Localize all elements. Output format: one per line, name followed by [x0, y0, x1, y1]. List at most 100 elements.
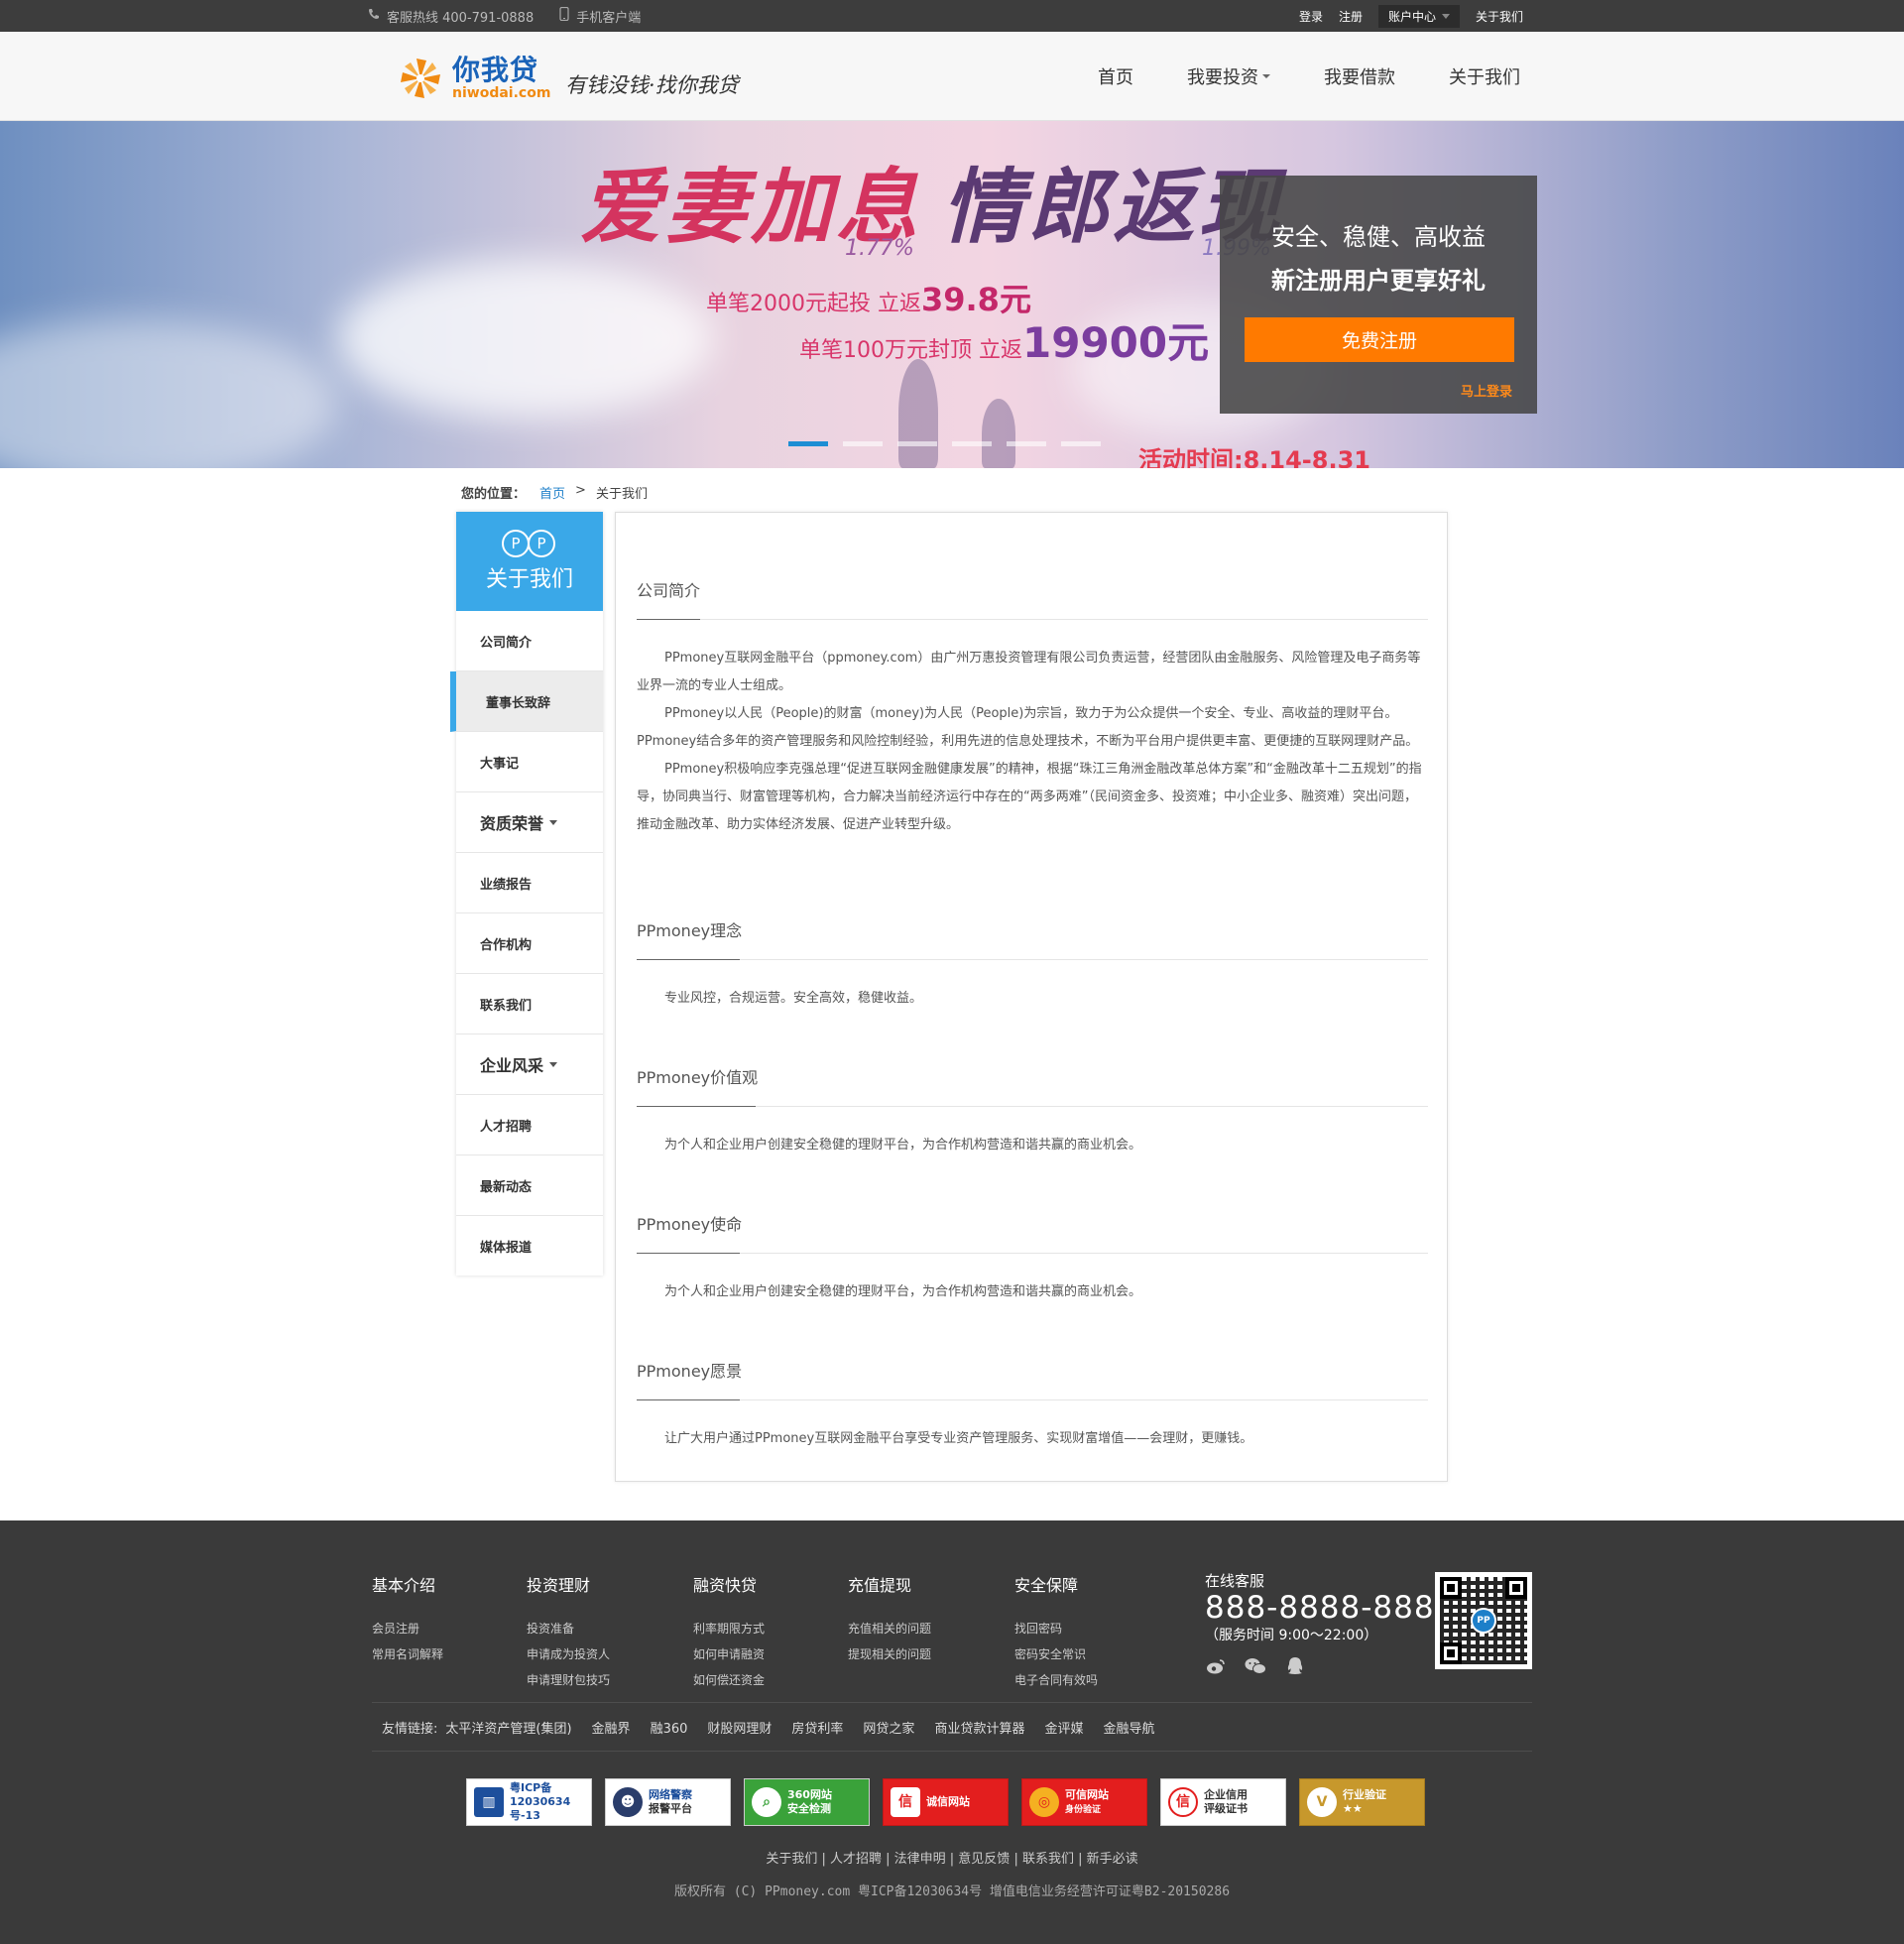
- chevron-down-icon: [549, 819, 558, 825]
- carousel-dot[interactable]: [897, 441, 937, 446]
- login-link[interactable]: 登录: [1299, 8, 1323, 25]
- phone-icon: [368, 8, 380, 24]
- verified-site-badge[interactable]: ◎ 可信网站 身份验证: [1021, 1778, 1147, 1826]
- nav-home[interactable]: 首页: [1071, 63, 1160, 89]
- trusted-site-badge[interactable]: 信 诚信网站: [883, 1778, 1009, 1826]
- sidebar-item-chairman-speech[interactable]: 董事长致辞: [450, 671, 603, 732]
- footer-link[interactable]: 常用名词解释: [372, 1641, 443, 1667]
- chevron-down-icon: [1442, 13, 1451, 19]
- service-phone: 888-8888-888: [1205, 1590, 1435, 1626]
- footer-link[interactable]: 提现相关的问题: [848, 1641, 931, 1667]
- trust-badges: ▥ 粤ICP备 12030634号-13 ☻ 网络警察 报警平台 ⌕ 360网站 安全…: [466, 1778, 1425, 1826]
- qr-code: PP: [1435, 1572, 1532, 1669]
- v-check-icon: V: [1307, 1787, 1337, 1817]
- site-footer: 基本介绍 会员注册 常用名词解释 投资理财 投资准备 申请成为投资人 申请理财包…: [0, 1520, 1904, 1944]
- friend-link[interactable]: 融360: [651, 1718, 688, 1737]
- footer-link[interactable]: 申请成为投资人: [527, 1641, 610, 1667]
- promo-banner[interactable]: 爱妻加息 情郎返现 1.77% 1.99% 单笔2000元起投 立返39.8元 …: [0, 121, 1904, 468]
- footer-link[interactable]: 充值相关的问题: [848, 1616, 931, 1641]
- friend-link[interactable]: 商业贷款计算器: [934, 1718, 1024, 1737]
- slogan: 有钱没钱·找你我贷: [565, 73, 739, 97]
- chevron-down-icon: [549, 1061, 558, 1067]
- carousel-dot[interactable]: [1061, 441, 1101, 446]
- sidebar-item-corporate-style[interactable]: 企业风采: [456, 1034, 603, 1095]
- sidebar-item-company-intro[interactable]: 公司简介: [456, 611, 603, 671]
- credit-seal-icon: 信: [891, 1787, 920, 1817]
- sidebar: PP 关于我们 公司简介 董事长致辞 大事记 资质荣誉 业绩报告 合作机构 联系…: [450, 512, 603, 1276]
- breadcrumb-current: 关于我们: [595, 487, 648, 502]
- industry-verified-badge[interactable]: V 行业验证 ★★: [1299, 1778, 1425, 1826]
- nav-borrow[interactable]: 我要借款: [1297, 63, 1422, 89]
- intro-paragraph: PPmoney积极响应李克强总理“促进互联网金融健康发展”的精神，根据“珠江三角…: [637, 762, 1422, 832]
- building-icon: ▥: [474, 1787, 504, 1817]
- register-link[interactable]: 注册: [1339, 8, 1363, 25]
- mobile-client-link[interactable]: 手机客户端: [559, 6, 641, 26]
- sidebar-item-careers[interactable]: 人才招聘: [456, 1095, 603, 1155]
- login-now-link[interactable]: 马上登录: [1461, 381, 1512, 400]
- footer-bottom-links[interactable]: 关于我们 | 人才招聘 | 法律申明 | 意见反馈 | 联系我们 | 新手必读: [0, 1848, 1904, 1867]
- sidebar-item-news[interactable]: 最新动态: [456, 1155, 603, 1216]
- friend-link[interactable]: 金融界: [592, 1718, 631, 1737]
- nav-about[interactable]: 关于我们: [1422, 63, 1547, 89]
- register-tagline: 安全、稳健、高收益: [1271, 223, 1486, 251]
- weibo-icon[interactable]: [1205, 1656, 1227, 1676]
- free-register-button[interactable]: 免费注册: [1245, 317, 1514, 362]
- footer-column: 基本介绍 会员注册 常用名词解释: [372, 1572, 443, 1667]
- friend-link[interactable]: 财股网理财: [707, 1718, 772, 1737]
- account-center-dropdown[interactable]: 账户中心: [1378, 4, 1461, 28]
- icp-badge[interactable]: ▥ 粤ICP备 12030634号-13: [466, 1778, 592, 1826]
- carousel-dots: [788, 441, 1101, 446]
- sidebar-item-milestones[interactable]: 大事记: [456, 732, 603, 792]
- chevron-down-icon: [1262, 74, 1270, 78]
- magnifier-shield-icon: ⌕: [752, 1787, 781, 1817]
- footer-link[interactable]: 如何偿还资金: [693, 1667, 765, 1693]
- about-us-link[interactable]: 关于我们: [1476, 8, 1523, 25]
- pp-logo-icon: PP: [500, 530, 559, 557]
- sidebar-item-partners[interactable]: 合作机构: [456, 913, 603, 974]
- friend-link[interactable]: 网贷之家: [863, 1718, 914, 1737]
- footer-link[interactable]: 会员注册: [372, 1616, 443, 1641]
- footer-link[interactable]: 投资准备: [527, 1616, 610, 1641]
- footer-link[interactable]: 电子合同有效吗: [1014, 1667, 1098, 1693]
- carousel-dot[interactable]: [952, 441, 992, 446]
- cloud-decoration: [337, 260, 714, 419]
- footer-link[interactable]: 如何申请融资: [693, 1641, 765, 1667]
- sidebar-item-contact[interactable]: 联系我们: [456, 974, 603, 1034]
- cyber-police-badge[interactable]: ☻ 网络警察 报警平台: [605, 1778, 731, 1826]
- customer-service: 在线客服 888-8888-888 （服务时间 9:00～22:00）: [1205, 1570, 1435, 1676]
- footer-link[interactable]: 申请理财包技巧: [527, 1667, 610, 1693]
- site-header: 你我贷 niwodai.com 有钱没钱·找你我贷 首页 我要投资 我要借款 关…: [0, 32, 1904, 121]
- security-360-badge[interactable]: ⌕ 360网站 安全检测: [744, 1778, 870, 1826]
- couple-silhouette: [982, 399, 1015, 468]
- friend-link[interactable]: 太平洋资产管理(集团): [445, 1718, 571, 1737]
- section-text: 让广大用户通过PPmoney互联网金融平台享受专业资产管理服务、实现财富增值——…: [664, 1431, 1253, 1446]
- footer-link[interactable]: 利率期限方式: [693, 1616, 765, 1641]
- banner-rate-1: 1.77%: [845, 236, 914, 261]
- footer-link[interactable]: 找回密码: [1014, 1616, 1098, 1641]
- section-title: PPmoney愿景: [637, 1357, 1428, 1400]
- cloud-decoration: [0, 319, 337, 468]
- site-logo[interactable]: 你我贷 niwodai.com: [397, 55, 550, 102]
- friend-link[interactable]: 金评媒: [1044, 1718, 1083, 1737]
- section-text: 为个人和企业用户创建安全稳健的理财平台，为合作机构营造和谐共赢的商业机会。: [664, 1138, 1142, 1153]
- friend-link[interactable]: 金融导航: [1103, 1718, 1154, 1737]
- carousel-dot[interactable]: [788, 441, 828, 446]
- sidebar-item-media[interactable]: 媒体报道: [456, 1216, 603, 1276]
- credit-rating-badge[interactable]: 信 企业信用 评级证书: [1160, 1778, 1286, 1826]
- section-title: PPmoney使命: [637, 1210, 1428, 1254]
- section-title: PPmoney理念: [637, 916, 1428, 960]
- carousel-dot[interactable]: [843, 441, 883, 446]
- sidebar-item-honors[interactable]: 资质荣誉: [456, 792, 603, 853]
- sidebar-item-performance-report[interactable]: 业绩报告: [456, 853, 603, 913]
- nav-invest[interactable]: 我要投资: [1160, 63, 1297, 89]
- qq-icon[interactable]: [1284, 1656, 1306, 1676]
- carousel-dot[interactable]: [1007, 441, 1046, 446]
- footer-column: 投资理财 投资准备 申请成为投资人 申请理财包技巧: [527, 1572, 610, 1693]
- intro-paragraph: PPmoney以人民（People)的财富（money)为人民（People)为…: [637, 706, 1419, 749]
- breadcrumb-home[interactable]: 首页: [539, 483, 565, 502]
- footer-link[interactable]: 密码安全常识: [1014, 1641, 1098, 1667]
- main-nav: 首页 我要投资 我要借款 关于我们: [1071, 32, 1547, 121]
- wechat-icon[interactable]: [1245, 1656, 1266, 1676]
- friend-link[interactable]: 房贷利率: [791, 1718, 843, 1737]
- section-company-intro: 公司简介 PPmoney互联网金融平台（ppmoney.com）由广州万惠投资管…: [637, 576, 1428, 839]
